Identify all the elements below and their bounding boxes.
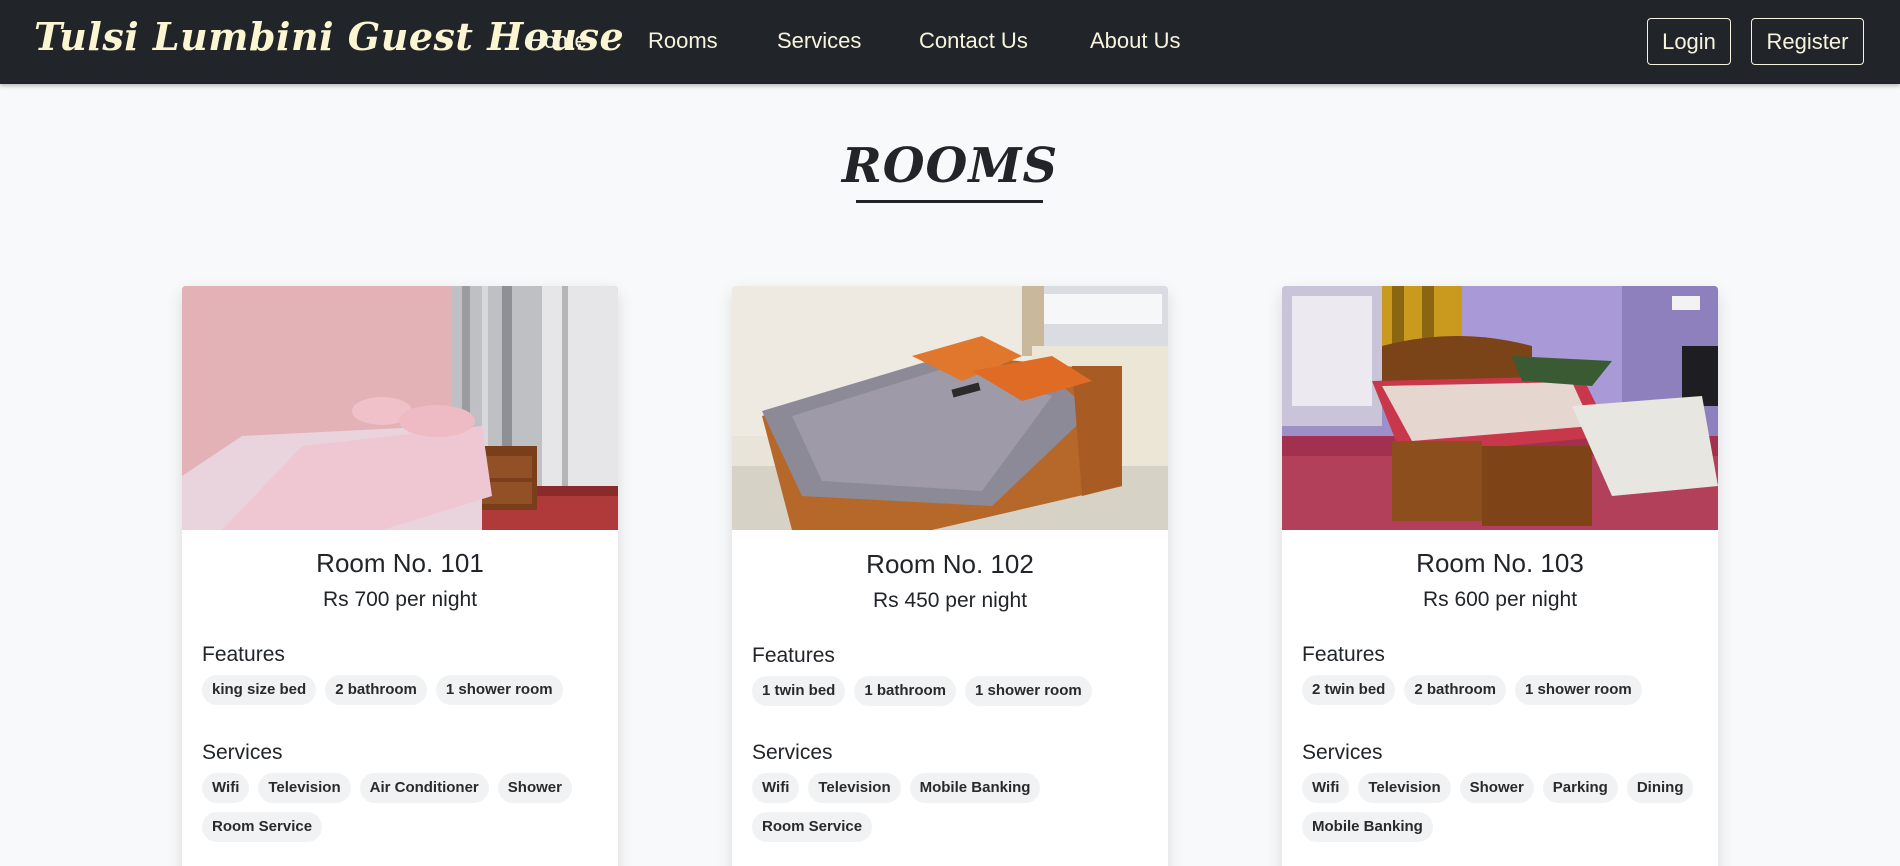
room-card: Room No. 101 Rs 700 per night Features k…	[182, 286, 618, 866]
feature-badge: 2 bathroom	[325, 675, 427, 705]
room-photo	[182, 286, 618, 530]
service-badge: Wifi	[1302, 773, 1350, 803]
features-list: 2 twin bed 2 bathroom 1 shower room	[1302, 675, 1702, 705]
service-badge: Television	[1358, 773, 1451, 803]
features-heading: Features	[1302, 643, 1385, 666]
service-badge: Mobile Banking	[1302, 812, 1433, 842]
room-name: Room No. 101	[316, 548, 484, 578]
features-list: king size bed 2 bathroom 1 shower room	[202, 675, 602, 705]
features-list: 1 twin bed 1 bathroom 1 shower room	[752, 676, 1152, 706]
service-badge: Mobile Banking	[909, 773, 1041, 803]
nav-about-us[interactable]: About Us	[1090, 28, 1181, 54]
service-badge: Room Service	[202, 812, 323, 842]
service-badge: Parking	[1542, 773, 1618, 803]
services-heading: Services	[1302, 741, 1383, 764]
feature-badge: king size bed	[202, 675, 317, 705]
room-card: Room No. 103 Rs 600 per night Features 2…	[1282, 286, 1718, 866]
services-list: Wifi Television Air Conditioner Shower R…	[202, 773, 602, 842]
nav-services[interactable]: Services	[777, 28, 861, 54]
feature-badge: 1 shower room	[1515, 675, 1642, 705]
service-badge: Air Conditioner	[359, 773, 489, 803]
room-price: Rs 700 per night	[322, 588, 478, 611]
services-heading: Services	[202, 741, 283, 764]
login-button[interactable]: Login	[1647, 18, 1731, 65]
room-price: Rs 600 per night	[1422, 588, 1578, 611]
title-underline	[856, 200, 1043, 203]
service-badge: Wifi	[752, 773, 800, 803]
service-badge: Television	[808, 773, 901, 803]
room-photo	[732, 286, 1168, 530]
navbar: Tulsi Lumbini Guest House Home Rooms Ser…	[0, 0, 1900, 84]
services-list: Wifi Television Mobile Banking Room Serv…	[752, 773, 1152, 842]
feature-badge: 2 twin bed	[1302, 675, 1396, 705]
service-badge: Dining	[1626, 773, 1694, 803]
room-name: Room No. 102	[866, 549, 1034, 579]
services-heading: Services	[752, 741, 833, 764]
room-name: Room No. 103	[1416, 548, 1584, 578]
service-badge: Room Service	[752, 812, 873, 842]
nav-home[interactable]: Home	[528, 28, 587, 54]
service-badge: Shower	[1459, 773, 1534, 803]
room-card: Room No. 102 Rs 450 per night Features 1…	[732, 286, 1168, 866]
service-badge: Wifi	[202, 773, 250, 803]
nav-contact-us[interactable]: Contact Us	[919, 28, 1028, 54]
features-heading: Features	[202, 643, 285, 666]
feature-badge: 2 bathroom	[1404, 675, 1507, 705]
register-button[interactable]: Register	[1751, 18, 1864, 65]
services-list: Wifi Television Shower Parking Dining Mo…	[1302, 773, 1702, 842]
service-badge: Television	[258, 773, 351, 803]
room-photo	[1282, 286, 1718, 530]
feature-badge: 1 shower room	[965, 676, 1092, 706]
features-heading: Features	[752, 644, 835, 667]
nav-rooms[interactable]: Rooms	[648, 28, 718, 54]
room-price: Rs 450 per night	[872, 589, 1028, 612]
service-badge: Shower	[497, 773, 572, 803]
feature-badge: 1 bathroom	[854, 676, 957, 706]
page-title: ROOMS	[841, 138, 1059, 194]
feature-badge: 1 shower room	[435, 675, 563, 705]
feature-badge: 1 twin bed	[752, 676, 846, 706]
